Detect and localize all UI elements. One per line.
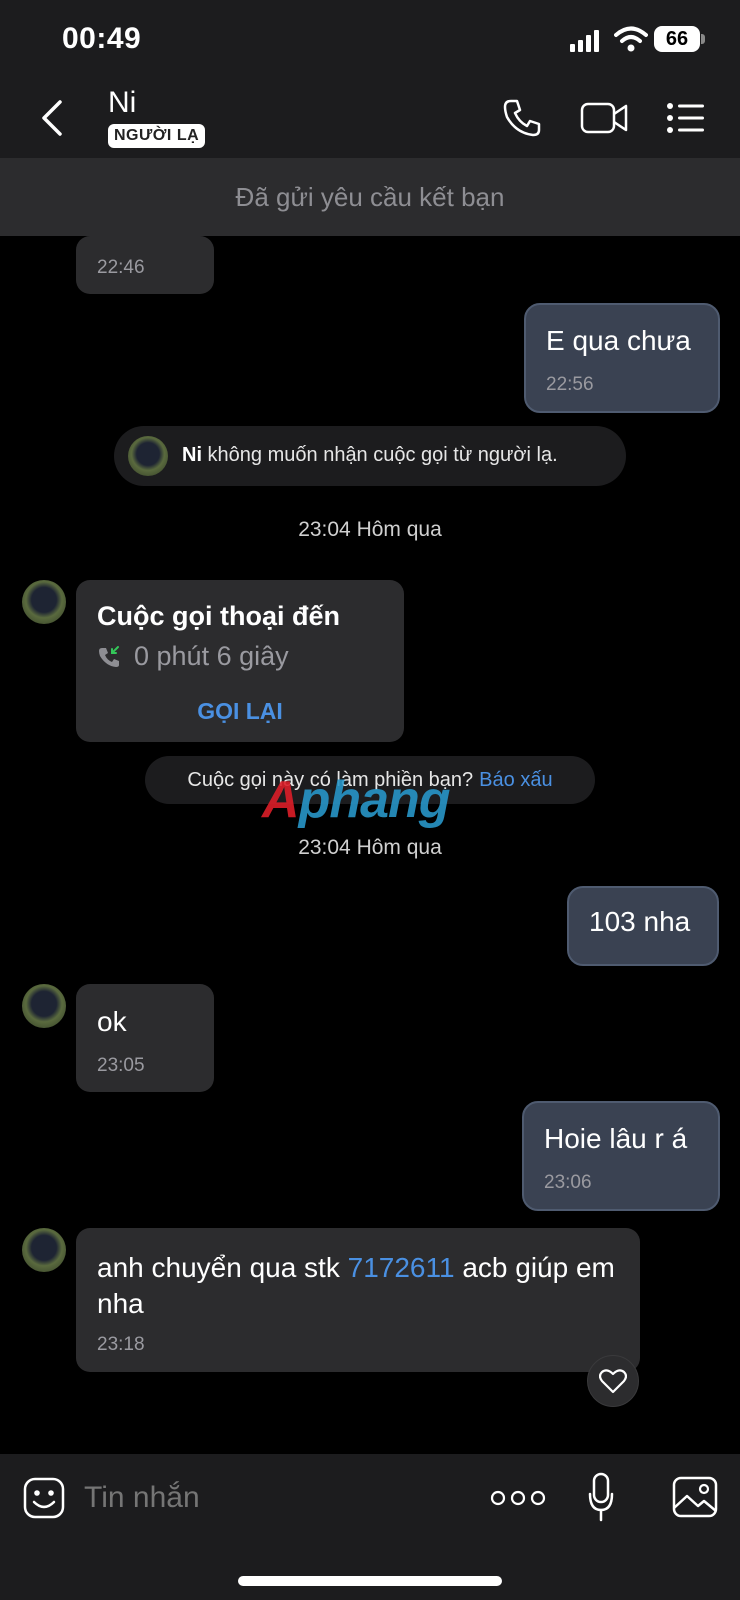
phone-call-icon[interactable] xyxy=(502,98,542,138)
more-options-icon[interactable] xyxy=(490,1486,546,1510)
message-bubble-outgoing[interactable] xyxy=(524,303,720,413)
message-bubble-outgoing[interactable] xyxy=(522,1101,720,1211)
photo-gallery-icon[interactable] xyxy=(672,1476,718,1518)
message-text: Hoie lâu r á xyxy=(544,1123,688,1154)
stranger-badge: NGƯỜI LẠ xyxy=(108,124,206,148)
wifi-icon xyxy=(614,26,648,52)
contact-name[interactable]: Ni xyxy=(108,86,136,120)
avatar[interactable] xyxy=(22,1228,66,1272)
message-time: 23:05 xyxy=(97,1055,145,1076)
incoming-call-icon xyxy=(99,646,119,667)
report-link[interactable]: Báo xấu xyxy=(479,769,552,792)
message-text: 103 nha xyxy=(589,906,691,937)
react-button[interactable] xyxy=(587,1355,639,1407)
friend-request-banner: Đã gửi yêu cầu kết bạn xyxy=(0,158,740,236)
message-input[interactable] xyxy=(84,1476,464,1520)
message-time: 23:06 xyxy=(544,1172,592,1193)
home-indicator[interactable] xyxy=(238,1576,502,1586)
status-time: 00:49 xyxy=(62,22,142,55)
message-text: E qua chưa xyxy=(546,325,691,356)
message-time: 23:18 xyxy=(97,1334,145,1355)
timestamp-divider: 23:04 Hôm qua xyxy=(298,518,442,541)
battery-cap xyxy=(701,34,705,44)
account-number-link[interactable]: 7172611 xyxy=(348,1252,455,1283)
battery-indicator: 66 xyxy=(654,26,700,52)
system-notice-name: Ni xyxy=(182,444,202,466)
message-text: anh chuyển qua stk 7172611 acb giúp em n… xyxy=(97,1252,615,1319)
message-text: ok xyxy=(97,1006,127,1037)
system-notice-text: Ni không muốn nhận cuộc gọi từ người lạ. xyxy=(182,444,558,467)
avatar xyxy=(128,436,168,476)
cellular-signal-icon xyxy=(570,30,599,52)
message-time: 22:56 xyxy=(546,374,594,395)
microphone-icon[interactable] xyxy=(588,1472,614,1522)
call-title: Cuộc gọi thoại đến xyxy=(97,601,340,631)
avatar[interactable] xyxy=(22,984,66,1028)
back-arrow-icon[interactable] xyxy=(38,98,68,138)
video-call-icon[interactable] xyxy=(580,100,628,136)
heart-icon xyxy=(599,1369,627,1394)
sticker-icon[interactable] xyxy=(22,1476,66,1520)
system-notice-body: không muốn nhận cuộc gọi từ người lạ. xyxy=(202,444,558,466)
call-back-button[interactable]: GỌI LẠI xyxy=(76,698,404,725)
menu-icon[interactable] xyxy=(666,102,706,134)
message-time: 22:46 xyxy=(97,257,145,278)
call-duration: 0 phút 6 giây xyxy=(134,641,289,671)
timestamp-divider: 23:04 Hôm qua xyxy=(298,836,442,859)
avatar[interactable] xyxy=(22,580,66,624)
watermark-logo: Aphang xyxy=(262,771,451,829)
